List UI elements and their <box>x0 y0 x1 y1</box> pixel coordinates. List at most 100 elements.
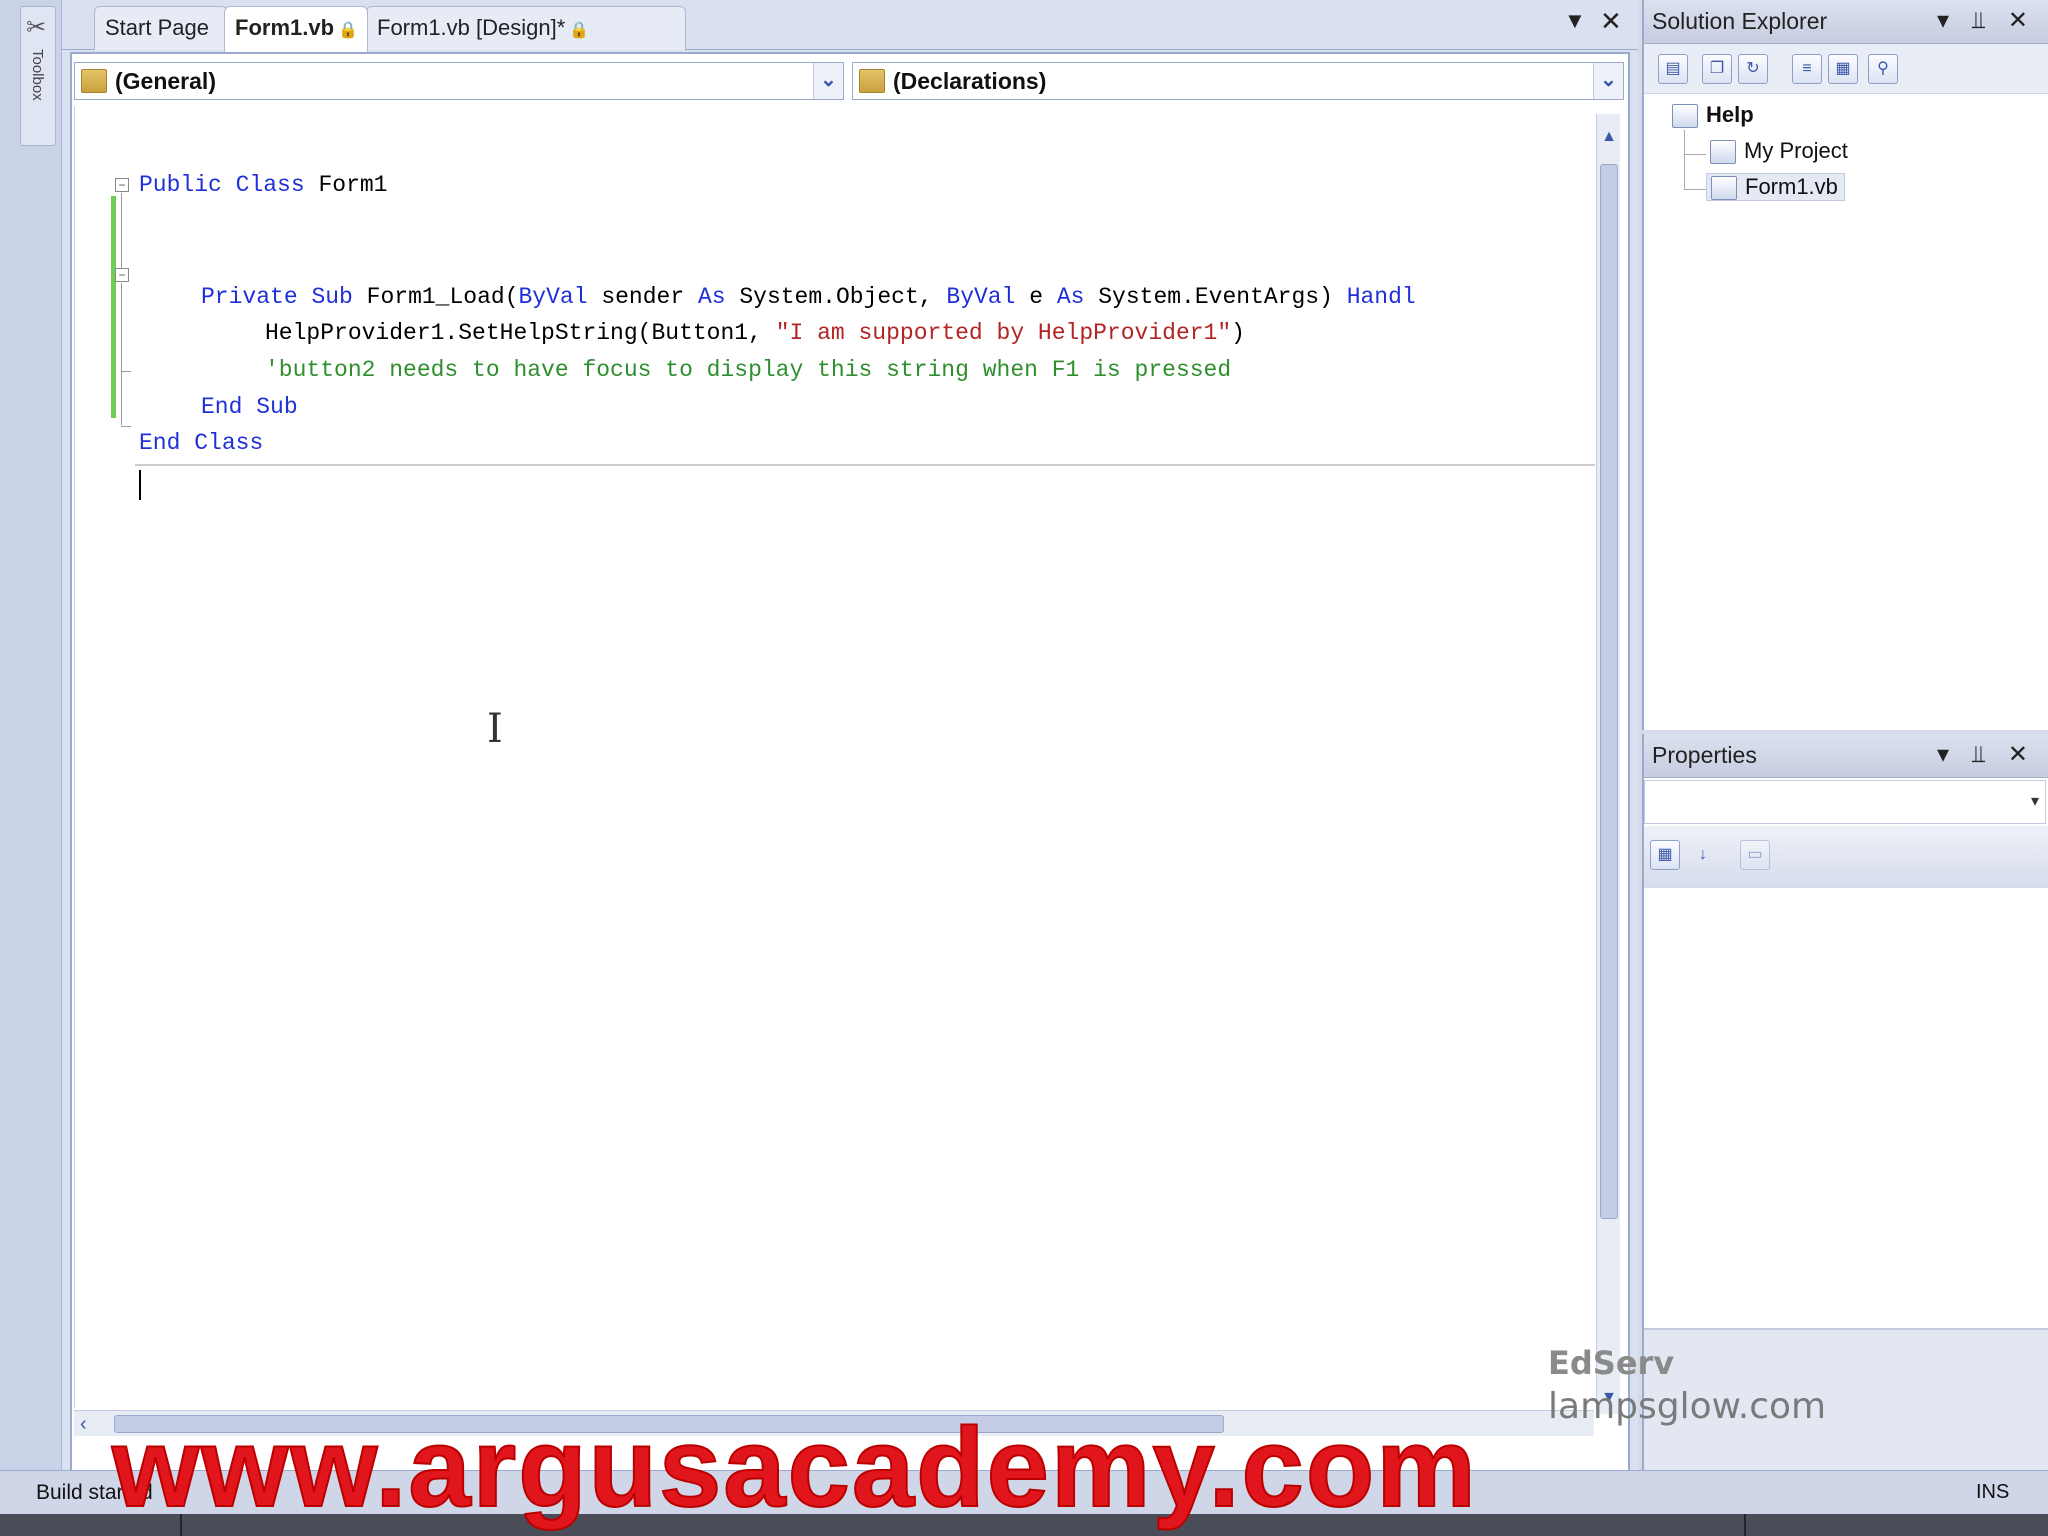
insert-mode-indicator: INS <box>1976 1481 2010 1503</box>
toolbox-strip: ✂ Toolbox <box>0 0 62 1476</box>
code-text: sender <box>587 284 698 310</box>
toolbox-icon: ✂ <box>26 14 47 41</box>
ibeam-cursor-icon: I <box>487 706 503 752</box>
code-text: System.EventArgs) <box>1084 284 1347 310</box>
lock-icon: 🔒 <box>338 22 358 39</box>
alphabetical-icon[interactable]: ↓ <box>1688 840 1718 870</box>
method-name-combo[interactable]: (Declarations) ⌄ <box>852 62 1624 100</box>
keyword: ByVal <box>518 284 588 310</box>
class-diagram-icon[interactable]: ⚲ <box>1868 54 1898 84</box>
method-icon <box>859 69 885 93</box>
text-caret <box>139 470 141 500</box>
document-area: Start Page Form1.vb [Design]* 🔒 Form1.vb 🔒… <box>62 0 1638 1476</box>
panel-title: Properties <box>1652 742 1757 768</box>
view-code-icon[interactable]: ≡ <box>1792 54 1822 84</box>
code-line: Public Class Form1 <box>139 172 387 198</box>
tree-item-label: My Project <box>1744 138 1848 163</box>
object-selector-combo[interactable]: ▾ <box>1644 780 2046 824</box>
change-tracking-bar <box>111 196 116 418</box>
code-comment: 'button2 needs to have focus to display … <box>265 357 1232 383</box>
outline-line <box>121 283 122 425</box>
string-literal: "I am supported by HelpProvider1" <box>775 320 1232 346</box>
toolbox-label: Toolbox <box>29 49 46 101</box>
tree-line <box>1684 189 1706 190</box>
code-line: HelpProvider1.SetHelpString(Button1, "I … <box>265 320 1245 346</box>
code-editor: (General) ⌄ (Declarations) ⌄ − − Public … <box>70 52 1630 1472</box>
code-text-area[interactable]: − − Public Class Form1 Private Sub Form1… <box>74 106 1595 1408</box>
procedure-separator <box>135 464 1595 466</box>
outline-line <box>121 426 131 427</box>
tree-item-label: Form1.vb <box>1745 174 1838 199</box>
collapse-sub-icon[interactable]: − <box>115 268 129 282</box>
chevron-down-icon[interactable]: ▾ <box>2031 791 2039 811</box>
keyword: Sub <box>311 284 353 310</box>
properties-icon[interactable]: ▤ <box>1658 54 1688 84</box>
code-line: Private Sub Form1_Load(ByVal sender As S… <box>201 284 1416 310</box>
taskbar-divider <box>1744 1514 1746 1536</box>
code-text: ) <box>1231 320 1245 346</box>
code-line: End Class <box>139 430 263 456</box>
properties-toolbar: ▦ ↓ ▭ <box>1644 826 2048 888</box>
keyword: ByVal <box>946 284 1016 310</box>
tab-form1-design[interactable]: Form1.vb [Design]* 🔒 <box>366 6 686 50</box>
keyword: Private <box>201 284 298 310</box>
solution-explorer-toolbar: ▤ ❐ ↻ ≡ ▦ ⚲ <box>1644 44 2048 94</box>
chevron-down-icon[interactable]: ⌄ <box>813 63 843 99</box>
class-name-value: (General) <box>115 68 216 94</box>
class-name-combo[interactable]: (General) ⌄ <box>74 62 844 100</box>
tab-label: Form1.vb [Design]* <box>377 15 566 40</box>
solution-tree: Help My Project Form1.vb <box>1644 96 2048 726</box>
identifier: Form1 <box>318 172 388 198</box>
view-designer-icon[interactable]: ▦ <box>1828 54 1858 84</box>
vb-project-icon <box>1672 104 1698 128</box>
categorized-icon[interactable]: ▦ <box>1650 840 1680 870</box>
class-icon <box>81 69 107 93</box>
code-line: End Sub <box>201 394 298 420</box>
solution-explorer-panel: Solution Explorer ▾ ⫫ ✕ ▤ ❐ ↻ ≡ ▦ ⚲ Help… <box>1642 0 2048 730</box>
indicator-margin <box>75 106 109 1406</box>
panel-controls[interactable]: ▾ ⫫ ✕ <box>1937 740 2036 769</box>
keyword: Class <box>194 430 264 456</box>
tree-line <box>1684 130 1685 190</box>
keyword: As <box>697 284 726 310</box>
keyword: As <box>1056 284 1085 310</box>
vertical-scrollbar[interactable]: ▲ ▼ <box>1596 114 1620 1414</box>
scroll-up-icon[interactable]: ▲ <box>1597 128 1621 158</box>
tree-item-project[interactable]: Help <box>1668 102 1754 128</box>
document-tabstrip: Start Page Form1.vb [Design]* 🔒 Form1.vb 🔒… <box>62 0 1638 52</box>
toolbox-tab[interactable]: ✂ Toolbox <box>20 6 56 146</box>
code-text: Form1_Load( <box>366 284 519 310</box>
code-text: HelpProvider1.SetHelpString(Button1, <box>265 320 776 346</box>
watermark-logo-lampsglow: lampsglow.com <box>1548 1386 1827 1427</box>
vertical-scroll-thumb[interactable] <box>1600 164 1618 1219</box>
tab-label: Start Page <box>105 15 209 40</box>
tree-item-label: Help <box>1706 102 1754 127</box>
lock-icon: 🔒 <box>569 22 590 39</box>
close-document-icon[interactable]: ✕ <box>1600 6 1622 37</box>
panel-controls[interactable]: ▾ ⫫ ✕ <box>1937 6 2036 35</box>
keyword: Sub <box>256 394 298 420</box>
form-file-icon <box>1711 176 1737 200</box>
property-pages-icon[interactable]: ▭ <box>1740 840 1770 870</box>
code-text: e <box>1015 284 1057 310</box>
tree-item-my-project[interactable]: My Project <box>1706 138 1848 164</box>
code-line: 'button2 needs to have focus to display … <box>265 357 1231 383</box>
keyword: End <box>201 394 243 420</box>
method-name-value: (Declarations) <box>893 68 1047 94</box>
panel-title: Solution Explorer <box>1652 8 1828 34</box>
chevron-down-icon[interactable]: ⌄ <box>1593 63 1623 99</box>
properties-panel: Properties ▾ ⫫ ✕ ▾ ▦ ↓ ▭ <box>1642 734 2048 1476</box>
properties-header: Properties ▾ ⫫ ✕ <box>1644 734 2048 778</box>
watermark-logo-edserv: EdServ <box>1548 1344 1675 1382</box>
tab-list-dropdown-icon[interactable]: ▼ <box>1564 8 1586 34</box>
show-all-files-icon[interactable]: ❐ <box>1702 54 1732 84</box>
scroll-left-icon[interactable]: ‹ <box>80 1413 87 1436</box>
tab-start-page[interactable]: Start Page <box>94 6 228 50</box>
refresh-icon[interactable]: ↻ <box>1738 54 1768 84</box>
tab-label: Form1.vb <box>235 15 335 40</box>
tab-form1-vb[interactable]: Form1.vb 🔒 <box>224 6 368 52</box>
collapse-class-icon[interactable]: − <box>115 178 129 192</box>
solution-explorer-header: Solution Explorer ▾ ⫫ ✕ <box>1644 0 2048 44</box>
tree-item-form1[interactable]: Form1.vb <box>1706 173 1845 201</box>
tree-line <box>1684 154 1706 155</box>
